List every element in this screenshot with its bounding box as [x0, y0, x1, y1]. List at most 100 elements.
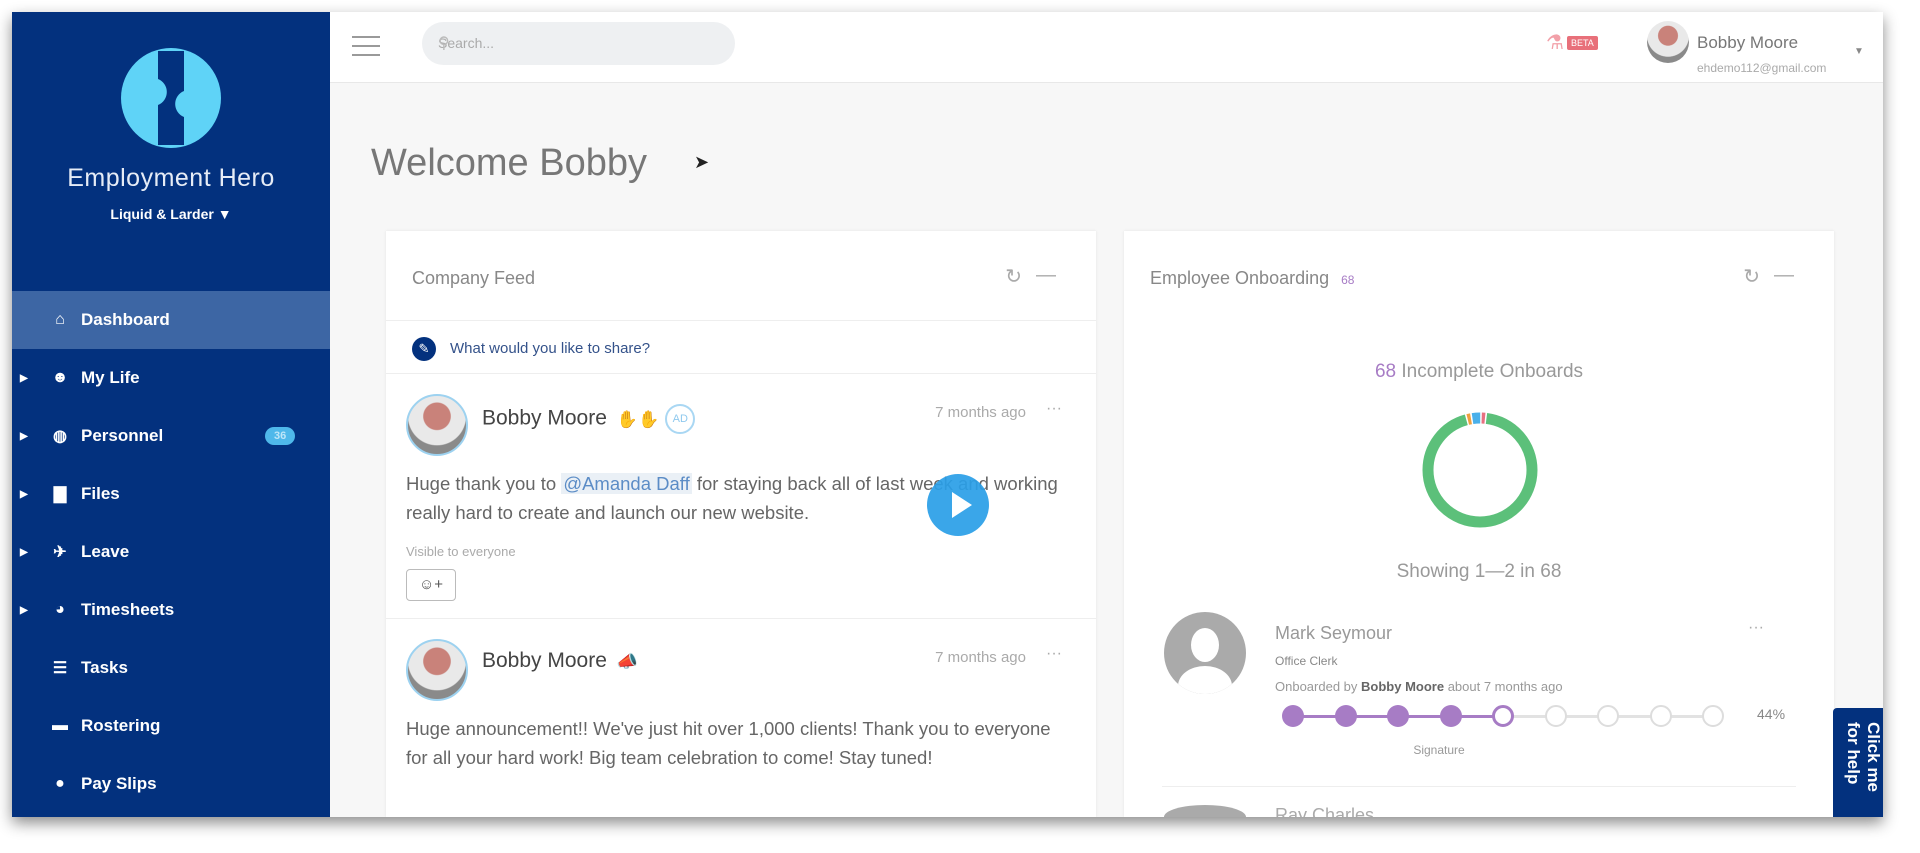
sidebar-item-label: Personnel — [81, 426, 164, 445]
top-header: Search... ⚲ ⚗ BETA Bobby Moore ehdemo112@g… — [330, 12, 1883, 83]
sidebar-item-leave[interactable]: ▶ ✈ Leave — [12, 523, 330, 581]
onboarding-step[interactable] — [1597, 705, 1619, 727]
minimize-icon[interactable]: — — [1774, 264, 1794, 289]
hamburger-menu-icon[interactable] — [352, 36, 380, 63]
megaphone-icon: 📣 — [616, 652, 639, 671]
post-author[interactable]: Bobby Moore — [482, 407, 607, 430]
progress-percent: 44% — [1757, 706, 1786, 722]
sidebar-item-pay-slips[interactable]: ● Pay Slips — [12, 755, 330, 813]
onboarding-step[interactable] — [1439, 705, 1462, 727]
sidebar-item-timesheets[interactable]: ▶ ◕ Timesheets — [12, 581, 330, 639]
default-avatar-icon — [1164, 805, 1246, 817]
employee-role: Office Clerk — [1275, 654, 1338, 668]
onboarding-step[interactable] — [1387, 705, 1409, 727]
sidebar-item-label: Tasks — [81, 658, 128, 677]
smiley-icon: ☻ — [51, 369, 69, 386]
donut-segment[interactable] — [1422, 412, 1538, 528]
post-text: Huge thank you to — [406, 473, 562, 494]
employment-hero-logo[interactable] — [118, 45, 224, 151]
add-reaction-button[interactable]: ☺+ — [406, 569, 456, 601]
onboarding-step[interactable] — [1544, 705, 1567, 727]
caret-down-icon: ▼ — [217, 206, 232, 222]
more-options-icon[interactable]: ··· — [1748, 619, 1764, 637]
dollar-icon: ● — [55, 775, 65, 792]
folder-icon: ▇ — [53, 486, 67, 503]
sidebar-item-label: Files — [81, 484, 120, 503]
avatar[interactable] — [406, 639, 468, 701]
personnel-count-badge: 36 — [265, 427, 296, 445]
more-options-icon[interactable]: ··· — [1046, 645, 1062, 663]
flask-icon: ⚗ — [1546, 32, 1564, 54]
search-icon[interactable]: ⚲ — [438, 33, 717, 53]
high-five-icon: ✋✋ — [616, 409, 660, 429]
share-prompt: What would you like to share? — [450, 340, 651, 357]
org-switcher[interactable]: Liquid & Larder ▼ — [12, 206, 330, 222]
sidebar-item-label: Pay Slips — [81, 774, 157, 793]
incomplete-label: Incomplete Onboards — [1401, 361, 1584, 382]
onboarding-step[interactable] — [1334, 705, 1357, 727]
search-input[interactable]: Search... ⚲ — [422, 22, 735, 65]
count-badge: 68 — [1341, 273, 1355, 287]
mouse-cursor-icon: ➤ — [694, 152, 710, 172]
onboarding-progress-steps — [1282, 704, 1724, 728]
sidebar-item-files[interactable]: ▶ ▇ Files — [12, 465, 330, 523]
caret-right-icon: ▶ — [20, 546, 28, 558]
calendar-icon: ▬ — [52, 717, 68, 734]
sidebar-item-label: Rostering — [81, 716, 161, 735]
current-step-label: Signature — [1413, 743, 1465, 757]
sidebar-item-rostering[interactable]: ▬ Rostering — [12, 697, 330, 755]
help-tab-button[interactable]: Click me for help — [1833, 708, 1883, 817]
caret-right-icon: ▶ — [20, 488, 28, 500]
page-title: Welcome Bobby — [371, 142, 647, 184]
onboarding-step[interactable] — [1702, 705, 1724, 727]
play-video-button[interactable] — [927, 474, 989, 536]
sidebar-item-dashboard[interactable]: ⌂ Dashboard — [12, 291, 330, 349]
home-icon: ⌂ — [55, 311, 65, 328]
minimize-icon[interactable]: — — [1036, 264, 1056, 289]
app-window: Employment Hero Liquid & Larder ▼ ⌂ Dashb… — [12, 12, 1883, 817]
employee-name[interactable]: Mark Seymour — [1275, 623, 1392, 644]
list-icon: ☰ — [52, 660, 68, 677]
pagination-summary: Showing 1—2 in 68 — [1396, 561, 1562, 582]
beta-labs-button[interactable]: ⚗ BETA — [1546, 30, 1598, 55]
mention-link[interactable]: @Amanda Daff — [561, 473, 692, 494]
sidebar-item-label: My Life — [81, 368, 140, 387]
onboarded-by: Onboarded by Bobby Moore about 7 months … — [1275, 679, 1563, 694]
beta-badge: BETA — [1566, 35, 1598, 50]
onboarding-step[interactable] — [1649, 705, 1672, 727]
tagged-user-avatar[interactable]: AD — [665, 404, 696, 434]
sidebar: Employment Hero Liquid & Larder ▼ ⌂ Dashb… — [12, 12, 330, 817]
employee-name[interactable]: Ray Charles — [1275, 805, 1374, 817]
avatar[interactable] — [406, 394, 468, 456]
sidebar-item-label: Dashboard — [81, 310, 170, 329]
onboarding-step[interactable] — [1282, 705, 1304, 727]
onboarded-by-name: Bobby Moore — [1361, 679, 1445, 694]
refresh-icon[interactable]: ↻ — [1005, 264, 1022, 289]
user-email: ehdemo112@gmail.com — [1697, 61, 1827, 75]
divider — [1162, 786, 1796, 787]
post-author[interactable]: Bobby Moore — [482, 649, 607, 672]
onboarding-donut-chart[interactable] — [1420, 410, 1540, 530]
sidebar-item-my-life[interactable]: ▶ ☻ My Life — [12, 349, 330, 407]
avatar — [1647, 21, 1689, 63]
globe-icon: ◍ — [53, 428, 67, 445]
more-options-icon[interactable]: ··· — [1046, 400, 1062, 418]
post-time: 7 months ago — [935, 404, 1026, 421]
chevron-down-icon[interactable]: ▼ — [1854, 46, 1864, 57]
refresh-icon[interactable]: ↻ — [1743, 264, 1760, 289]
sidebar-item-personnel[interactable]: ▶ ◍ Personnel 36 — [12, 407, 330, 465]
onboarding-step[interactable] — [1492, 705, 1514, 727]
share-post-input[interactable]: ✎ What would you like to share? — [386, 320, 1096, 374]
sidebar-item-label: Leave — [81, 542, 130, 561]
caret-right-icon: ▶ — [20, 372, 28, 384]
caret-right-icon: ▶ — [20, 430, 28, 442]
incomplete-summary: 68 Incomplete Onboards — [1124, 361, 1834, 383]
company-feed-card: Company Feed ↻ — ✎ What would you like to… — [386, 231, 1096, 817]
employee-onboarding-card: Employee Onboarding 68 ↻ — 68 Incomplete O… — [1124, 231, 1834, 817]
visibility-label: Visible to everyone — [406, 544, 516, 559]
onboarding-employee-row[interactable]: Mark Seymour Office Clerk Onboarded by B… — [1124, 604, 1834, 757]
pencil-icon: ✎ — [412, 337, 436, 361]
sidebar-nav: ⌂ Dashboard ▶ ☻ My Life ▶ ◍ Personnel 36 ▶ ▇ Fil… — [12, 291, 330, 813]
sidebar-item-tasks[interactable]: ☰ Tasks — [12, 639, 330, 697]
caret-right-icon: ▶ — [20, 604, 28, 616]
